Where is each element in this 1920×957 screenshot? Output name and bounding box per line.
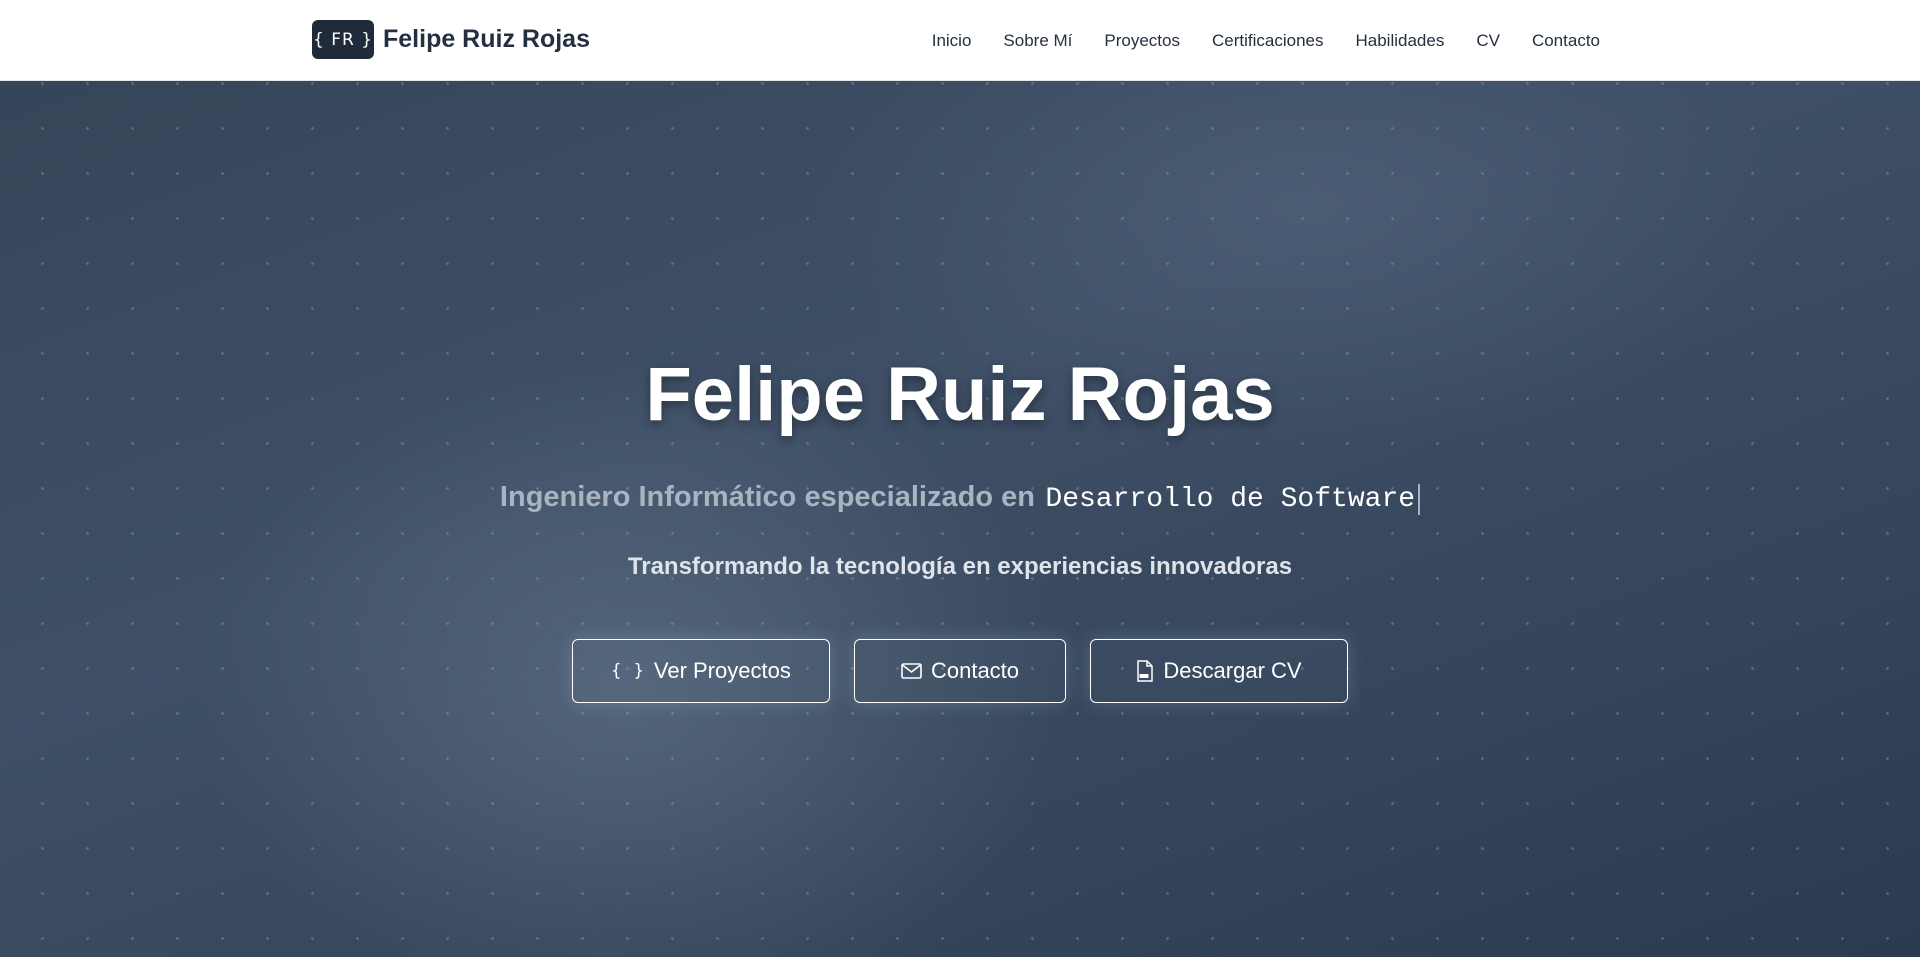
contact-label: Contacto (930, 658, 1020, 683)
envelope-icon (901, 663, 922, 679)
view-projects-button[interactable]: { } Ver Proyectos (572, 639, 830, 703)
nav-item-sobre-mi[interactable]: Sobre Mí (1003, 31, 1072, 51)
nav-item-inicio[interactable]: Inicio (932, 31, 972, 51)
view-projects-label: Ver Proyectos (653, 658, 791, 683)
download-cv-button[interactable]: Descargar CV (1090, 639, 1348, 703)
nav-links: Inicio Sobre Mí Proyectos Certificacione… (932, 0, 1600, 81)
navbar: { FR } Felipe Ruiz Rojas Inicio Sobre Mí… (0, 0, 1920, 81)
nav-item-proyectos[interactable]: Proyectos (1104, 31, 1180, 51)
subtitle-typed-text: Desarrollo de Software (1045, 484, 1421, 515)
hero-tagline: Transformando la tecnología en experienc… (627, 553, 1293, 580)
subtitle-prefix: Ingeniero Informático especializado en (499, 481, 1035, 513)
hero-title: Felipe Ruiz Rojas (645, 352, 1275, 437)
hero-buttons: { } Ver Proyectos Contacto Descargar CV (0, 639, 1920, 703)
hero-subtitle: Ingeniero Informático especializado en D… (0, 481, 1920, 515)
pdf-file-icon (1136, 660, 1154, 682)
nav-item-cv[interactable]: CV (1476, 31, 1500, 51)
brand[interactable]: { FR } Felipe Ruiz Rojas (312, 20, 590, 59)
hero-section: Felipe Ruiz Rojas Ingeniero Informático … (0, 81, 1920, 957)
nav-item-habilidades[interactable]: Habilidades (1355, 31, 1444, 51)
dot-pattern-background (0, 81, 1920, 957)
contact-button[interactable]: Contacto (854, 639, 1066, 703)
logo-badge: { FR } (312, 20, 374, 59)
code-braces-icon: { } (611, 661, 645, 681)
nav-item-contacto[interactable]: Contacto (1532, 31, 1600, 51)
download-cv-label: Descargar CV (1163, 658, 1302, 683)
brand-name: Felipe Ruiz Rojas (383, 25, 590, 53)
nav-item-certificaciones[interactable]: Certificaciones (1212, 31, 1324, 51)
